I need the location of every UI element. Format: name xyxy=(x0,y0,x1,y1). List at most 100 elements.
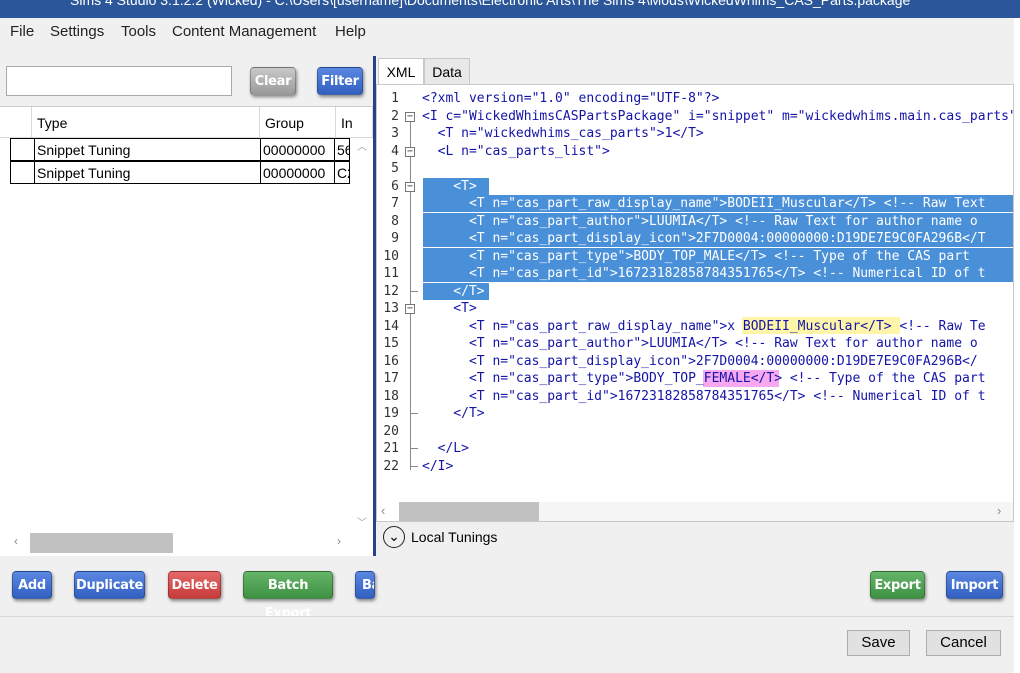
tab-data[interactable]: Data xyxy=(424,58,470,84)
code-line[interactable]: 8 <T n="cas_part_author">LUUMIA</T> <!--… xyxy=(377,213,1013,231)
grid-header-instance[interactable]: In xyxy=(336,107,373,138)
fold-end-marker xyxy=(410,448,418,449)
code-text: <I c="WickedWhimsCASPartsPackage" i="sni… xyxy=(422,108,1014,124)
search-input[interactable] xyxy=(6,66,232,96)
code-line[interactable]: 6− <T> xyxy=(377,178,1013,196)
fold-end-marker xyxy=(410,290,418,292)
code-line[interactable]: 3 <T n="wickedwhims_cas_parts">1</T> xyxy=(377,125,1013,143)
code-line[interactable]: 1 <?xml version="1.0" encoding="UTF-8"?> xyxy=(377,90,1013,108)
add-button[interactable]: Add xyxy=(12,571,52,599)
scroll-up-icon[interactable]: ︿ xyxy=(357,138,367,153)
scroll-right-icon[interactable]: › xyxy=(337,534,341,548)
grid-header-type[interactable]: Type xyxy=(32,107,260,138)
code-line[interactable]: 9 <T n="cas_part_display_icon">2F7D0004:… xyxy=(377,230,1013,248)
save-button[interactable]: Save xyxy=(847,630,910,656)
code-line[interactable]: 11 <T n="cas_part_id">167231828587843517… xyxy=(377,265,1013,283)
line-number: 4 xyxy=(391,143,399,159)
code-text: <T n="cas_part_id">16723182858784351765<… xyxy=(422,388,986,404)
table-row[interactable]: Snippet Tuning 00000000 56 xyxy=(10,138,351,161)
code-text: <?xml version="1.0" encoding="UTF-8"?> xyxy=(422,91,720,106)
code-text: <T n="cas_part_display_icon">2F7D0004:00… xyxy=(422,231,986,246)
code-text: <T n="cas_part_author">LUUMIA</T> <!-- R… xyxy=(422,213,978,229)
code-line[interactable]: 10 <T n="cas_part_type">BODY_TOP_MALE</T… xyxy=(377,248,1013,266)
editor-scroll-thumb[interactable] xyxy=(399,502,539,521)
code-line[interactable]: 22 </I> xyxy=(377,458,1013,476)
code-text: <T n="cas_part_type">BODY_TOP_MALE</T> <… xyxy=(422,248,970,264)
code-line[interactable]: 21 </L> xyxy=(377,440,1013,458)
code-line[interactable]: 17 <T n="cas_part_type">BODY_TOP_FEMALE<… xyxy=(377,370,1013,388)
code-text: <T n="wickedwhims_cas_parts">1</T> xyxy=(422,126,704,141)
window-title: Sims 4 Studio 3.1.2.2 (Wicked) - C:\User… xyxy=(70,0,911,8)
scroll-right-icon[interactable]: › xyxy=(997,503,1001,518)
local-tunings-label: Local Tunings xyxy=(411,529,498,545)
code-text: <L n="cas_parts_list"> xyxy=(422,143,610,159)
table-row[interactable]: Snippet Tuning 00000000 C2 xyxy=(10,161,351,184)
row-indicator xyxy=(11,162,35,183)
grid-vertical-scrollbar[interactable]: ︿ ﹀ xyxy=(350,138,373,531)
grid-header-group[interactable]: Group xyxy=(260,107,336,138)
line-number: 17 xyxy=(383,371,399,386)
line-number: 1 xyxy=(391,91,399,106)
fold-toggle-icon[interactable]: − xyxy=(405,146,415,157)
code-line[interactable]: 19 </T> xyxy=(377,405,1013,423)
code-line[interactable]: 14 <T n="cas_part_raw_display_name">x BO… xyxy=(377,318,1013,336)
menu-help[interactable]: Help xyxy=(335,23,366,40)
code-line[interactable]: 13− <T> xyxy=(377,300,1013,318)
menu-tools[interactable]: Tools xyxy=(121,23,156,40)
tab-xml[interactable]: XML xyxy=(378,58,424,84)
scroll-left-icon[interactable]: ‹ xyxy=(14,534,18,548)
grid-horizontal-scrollbar[interactable]: ‹ › xyxy=(10,531,350,555)
code-line[interactable]: 4− <L n="cas_parts_list"> xyxy=(377,143,1013,161)
line-number: 3 xyxy=(391,126,399,141)
menu-settings[interactable]: Settings xyxy=(50,23,104,40)
cell-group: 00000000 xyxy=(261,162,335,183)
chevron-down-icon[interactable]: ⌄ xyxy=(383,526,405,548)
code-text: <T> xyxy=(422,301,477,316)
clear-button[interactable]: Clear xyxy=(250,67,296,95)
line-number: 14 xyxy=(383,318,399,334)
window-edge xyxy=(1014,18,1020,673)
row-indicator xyxy=(11,139,35,160)
line-number: 15 xyxy=(383,336,399,351)
menu-file[interactable]: File xyxy=(10,23,34,40)
scroll-down-icon[interactable]: ﹀ xyxy=(357,514,367,529)
line-number: 10 xyxy=(383,248,399,264)
batch-export-button[interactable]: Batch Export xyxy=(243,571,333,621)
filter-button[interactable]: Filter xyxy=(317,67,363,95)
cell-type: Snippet Tuning xyxy=(35,162,261,183)
line-number: 22 xyxy=(383,458,399,474)
line-number: 2 xyxy=(391,108,399,124)
cancel-button[interactable]: Cancel xyxy=(926,630,1001,656)
line-number: 6 xyxy=(391,178,399,194)
duplicate-button[interactable]: Duplicate xyxy=(74,571,145,599)
line-number: 19 xyxy=(383,406,399,421)
delete-button[interactable]: Delete xyxy=(168,571,221,599)
xml-editor[interactable]: 1 <?xml version="1.0" encoding="UTF-8"?> 2… xyxy=(376,84,1014,522)
code-line[interactable]: 20 xyxy=(377,423,1013,441)
scroll-thumb[interactable] xyxy=(30,533,173,553)
cell-type: Snippet Tuning xyxy=(35,139,261,160)
import-button[interactable]: Import xyxy=(946,571,1003,599)
code-line[interactable]: 16 <T n="cas_part_display_icon">2F7D0004… xyxy=(377,353,1013,371)
fold-end-marker xyxy=(410,413,418,414)
local-tunings-expander[interactable]: ⌄ Local Tunings xyxy=(376,522,1014,554)
code-line[interactable]: 15 <T n="cas_part_author">LUUMIA</T> <!-… xyxy=(377,335,1013,353)
line-number: 5 xyxy=(391,161,399,176)
resource-grid: Type Group In Snippet Tuning 00000000 56… xyxy=(0,106,373,556)
cell-group: 00000000 xyxy=(261,139,335,160)
fold-toggle-icon[interactable]: − xyxy=(405,304,415,314)
export-button[interactable]: Export xyxy=(870,571,925,599)
code-line[interactable]: 12 </T> xyxy=(377,283,1013,301)
batch-import-button[interactable]: Ba xyxy=(355,571,375,599)
line-number: 18 xyxy=(383,388,399,404)
code-line[interactable]: 2− <I c="WickedWhimsCASPartsPackage" i="s… xyxy=(377,108,1014,126)
code-line[interactable]: 18 <T n="cas_part_id">167231828587843517… xyxy=(377,388,1013,406)
code-line[interactable]: 7 <T n="cas_part_raw_display_name">BODEI… xyxy=(377,195,1013,213)
fold-toggle-icon[interactable]: − xyxy=(405,181,415,192)
grid-header-indicator xyxy=(0,107,32,138)
scroll-left-icon[interactable]: ‹ xyxy=(381,503,385,518)
code-text: <T n="cas_part_raw_display_name">x BODEI… xyxy=(422,318,986,334)
menu-content-management[interactable]: Content Management xyxy=(172,23,316,40)
code-line[interactable]: 5 xyxy=(377,160,1013,178)
fold-toggle-icon[interactable]: − xyxy=(405,111,415,122)
